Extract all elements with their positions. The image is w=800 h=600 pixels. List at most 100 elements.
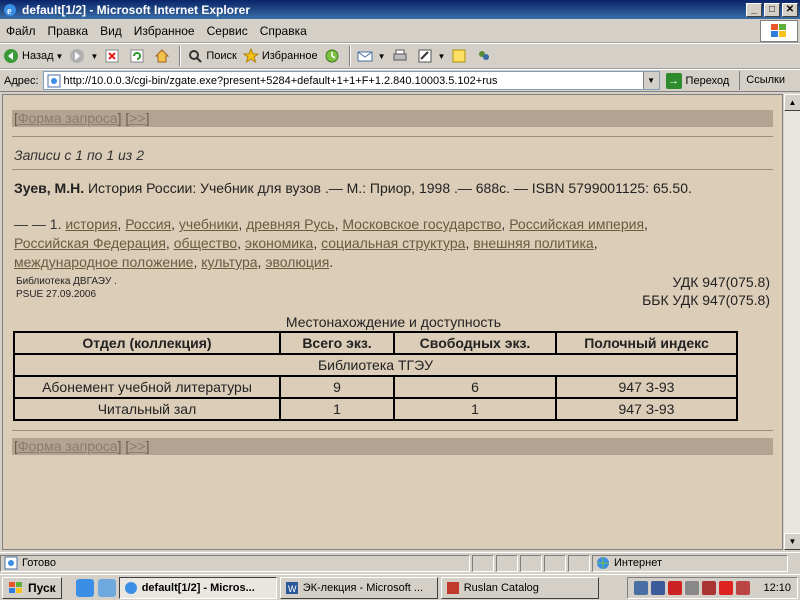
next-link[interactable]: >> [129, 438, 145, 454]
discuss-button[interactable] [448, 45, 473, 67]
subject-link[interactable]: древняя Русь [246, 216, 334, 232]
stop-button[interactable] [101, 45, 126, 67]
address-url: http://10.0.0.3/cgi-bin/zgate.exe?presen… [63, 74, 498, 87]
app-tray-icon[interactable] [702, 581, 717, 595]
subject-link[interactable]: Россия [125, 216, 171, 232]
back-arrow-icon [4, 49, 18, 63]
column-header: Отдел (коллекция) [13, 331, 281, 355]
outlook-icon[interactable] [97, 578, 116, 597]
menu-tools[interactable]: Сервис [201, 24, 254, 38]
forward-button[interactable]: ▼ [66, 45, 101, 67]
bibliographic-record: Зуев, М.Н. История России: Учебник для в… [14, 180, 692, 196]
norton-icon[interactable] [719, 581, 734, 595]
column-header: Свободных экз. [393, 331, 557, 355]
star-icon [242, 48, 259, 64]
menu-view[interactable]: Вид [94, 24, 128, 38]
scroll-up-icon[interactable]: ▲ [784, 94, 800, 111]
history-button[interactable] [321, 45, 346, 67]
settings-icon[interactable] [651, 581, 666, 595]
app-tray-icon[interactable] [736, 581, 751, 595]
chevron-down-icon[interactable]: ▼ [378, 52, 386, 61]
task-label: ЭК-лекция - Microsoft ... [302, 581, 424, 594]
start-label: Пуск [28, 580, 56, 595]
back-button[interactable]: Назад ▼ [0, 45, 66, 67]
chevron-down-icon[interactable]: ▼ [90, 52, 98, 61]
subject-list: — — 1. история, Россия, учебники, древня… [14, 216, 648, 270]
total-cell: 9 [279, 375, 395, 399]
status-pane [496, 554, 518, 572]
task-word[interactable]: W ЭК-лекция - Microsoft ... [279, 576, 438, 599]
subject-link[interactable]: внешняя политика [473, 235, 593, 251]
page-content: [Форма запроса] [>>] Записи с 1 по 1 из … [2, 94, 783, 550]
subject-link[interactable]: Московское государство [342, 216, 501, 232]
query-form-link[interactable]: Форма запроса [18, 110, 118, 126]
library-date-line: PSUE 27.09.2006 [16, 289, 97, 300]
links-button[interactable]: Ссылки [739, 71, 785, 90]
classification: УДК 947(075.8) ББК УДК 947(075.8) [642, 273, 770, 309]
shelf-cell: 947 З-93 [555, 397, 738, 421]
mail-icon [357, 51, 373, 62]
system-tray: 12:10 [627, 577, 798, 599]
mail-button[interactable]: ▼ [354, 45, 389, 67]
app-tray-icon[interactable] [685, 581, 700, 595]
print-button[interactable] [389, 45, 414, 67]
messenger-button[interactable] [473, 45, 498, 67]
query-form-link[interactable]: Форма запроса [18, 438, 118, 454]
chevron-down-icon[interactable]: ▼ [56, 52, 64, 61]
menu-edit[interactable]: Правка [42, 24, 95, 38]
task-ruslan[interactable]: Ruslan Catalog [440, 576, 599, 599]
refresh-button[interactable] [126, 45, 151, 67]
home-icon [155, 49, 170, 63]
go-button[interactable]: → Переход [665, 72, 729, 89]
kaspersky-icon[interactable] [668, 581, 683, 595]
subject-link[interactable]: эволюция [265, 254, 329, 270]
bracket: ] [ [117, 438, 130, 454]
task-ie[interactable]: default[1/2] - Micros... [118, 576, 277, 599]
subject-link[interactable]: экономика [245, 235, 313, 251]
subject-link[interactable]: Российская империя [509, 216, 644, 232]
total-cell: 1 [279, 397, 395, 421]
chevron-down-icon[interactable]: ▼ [438, 52, 446, 61]
bottom-nav-bar: [Форма запроса] [>>] [12, 438, 773, 455]
edit-button[interactable]: ▼ [414, 45, 449, 67]
subject-link[interactable]: культура [201, 254, 257, 270]
subject-link[interactable]: Российская Федерация [14, 235, 166, 251]
maximize-button[interactable]: □ [764, 2, 780, 17]
status-pane [544, 554, 566, 572]
subject-link[interactable]: международное положение [14, 254, 193, 270]
globe-icon [597, 557, 609, 569]
ie-icon [124, 581, 137, 594]
status-pane [568, 554, 590, 572]
note-icon [452, 49, 466, 63]
start-button[interactable]: Пуск [2, 576, 62, 599]
favorites-button[interactable]: Избранное [240, 45, 321, 67]
divider [12, 169, 773, 170]
minimize-button[interactable]: _ [746, 2, 762, 17]
network-icon[interactable] [634, 581, 649, 595]
bracket: ] [145, 438, 150, 454]
subject-link[interactable]: общество [174, 235, 237, 251]
subject-link[interactable]: учебники [179, 216, 238, 232]
scroll-down-icon[interactable]: ▼ [784, 533, 800, 550]
toolbar: Назад ▼ ▼ Поиск Избранное ▼ ▼ [0, 43, 800, 69]
menu-help[interactable]: Справка [254, 24, 313, 38]
messenger-icon [479, 51, 490, 60]
zone-pane: Интернет [592, 554, 788, 572]
menu-file[interactable]: Файл [0, 24, 42, 38]
bbk-code: ББК УДК 947(075.8) [642, 292, 770, 308]
vertical-scrollbar[interactable]: ▲ ▼ [783, 94, 800, 550]
next-link[interactable]: >> [129, 110, 145, 126]
search-button[interactable]: Поиск [184, 45, 239, 67]
ie-icon[interactable] [75, 578, 94, 597]
subject-link[interactable]: история [65, 216, 117, 232]
close-button[interactable]: ✕ [782, 2, 798, 17]
availability-table: Отдел (коллекция) Всего экз. Свободных э… [13, 331, 738, 421]
address-input[interactable]: http://10.0.0.3/cgi-bin/zgate.exe?presen… [42, 71, 660, 90]
subject-link[interactable]: социальная структура [321, 235, 465, 251]
chevron-down-icon[interactable]: ▼ [642, 72, 659, 89]
table-row: Читальный зал 1 1 947 З-93 [13, 397, 738, 421]
menu-favorites[interactable]: Избранное [128, 24, 201, 38]
toolbar-separator [348, 46, 351, 66]
home-button[interactable] [151, 45, 176, 67]
bracket: ] [145, 110, 150, 126]
